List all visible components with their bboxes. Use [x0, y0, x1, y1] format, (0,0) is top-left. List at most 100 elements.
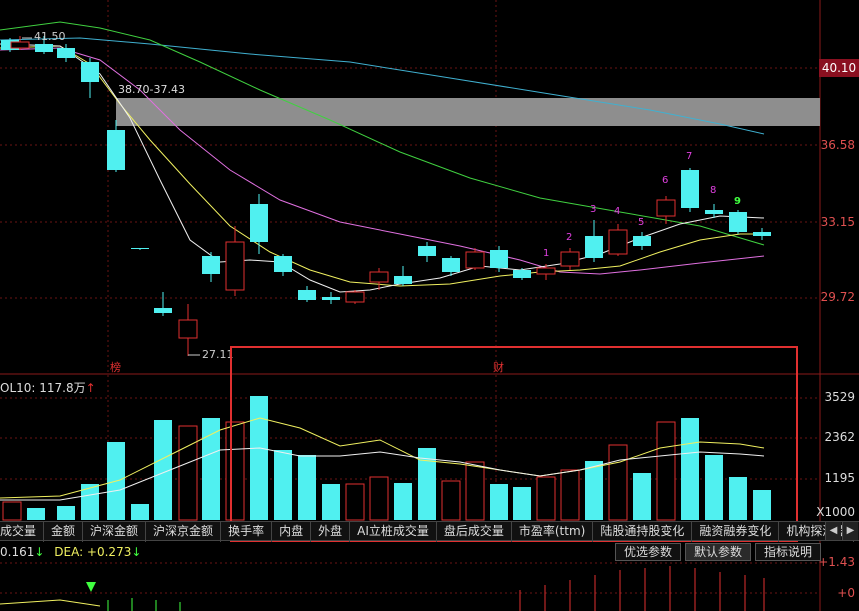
volume-bar-8	[202, 418, 220, 520]
macd-header: 0.161↓ DEA: +0.273↓	[0, 545, 141, 559]
tab-6[interactable]: 外盘	[311, 522, 351, 542]
tab-4[interactable]: 换手率	[221, 522, 273, 542]
candlesticks	[1, 36, 771, 356]
seq-3: 3	[590, 204, 596, 215]
tab-11[interactable]: 融资融券变化	[692, 522, 780, 542]
volume-bar-22	[536, 476, 556, 521]
volume-bar-25	[608, 444, 628, 521]
candle-body-32	[753, 232, 771, 236]
volume-bar-2	[57, 506, 75, 520]
candle-body-5	[107, 130, 125, 170]
candle-body-23	[536, 267, 556, 275]
scroll-right-icon[interactable]: ▶	[842, 522, 858, 540]
macd-line	[0, 599, 101, 607]
scroll-left-icon[interactable]: ◀	[825, 522, 841, 540]
macd-tick-2-value: +	[837, 586, 848, 600]
candle-body-11	[250, 204, 268, 242]
volume-bar-11	[274, 450, 292, 520]
volume-bar-31	[753, 490, 771, 520]
candle-body-9	[202, 256, 220, 274]
tab-8[interactable]: 盘后成交量	[437, 522, 512, 542]
current-price-badge: 40.10	[819, 59, 859, 77]
seq-9: 9	[734, 196, 741, 207]
tab-9[interactable]: 市盈率(ttm)	[512, 522, 594, 542]
macd-diff-arrow: ↓	[34, 545, 45, 559]
volume-bar-29	[705, 455, 723, 520]
seq-6: 6	[662, 175, 668, 186]
candle-body-8	[178, 319, 198, 339]
volume-bar-9	[225, 421, 245, 521]
volume-bar-27	[656, 421, 676, 521]
tab-10[interactable]: 陆股通持股变化	[593, 522, 693, 542]
volume-bar-18	[441, 480, 461, 521]
macd-tick-1: +1.43	[818, 555, 855, 569]
candle-body-16	[369, 271, 389, 283]
candle-body-3	[57, 48, 75, 58]
candle-body-27	[633, 236, 651, 246]
macd-dea-arrow: ↓	[131, 545, 142, 559]
volume-bar-7	[178, 425, 198, 521]
tab-3[interactable]: 沪深京金额	[146, 522, 222, 542]
tab-5[interactable]: 内盘	[272, 522, 312, 542]
down-arrow-icon	[86, 582, 96, 592]
volume-bar-26	[633, 473, 651, 520]
macd-dea: DEA: +0.273	[54, 545, 132, 559]
volume-bar-0	[2, 501, 22, 521]
volume-tick-2: 2362	[824, 430, 855, 444]
high-label: 41.50	[34, 30, 66, 43]
candle-body-6	[131, 248, 149, 249]
volume-bar-24	[585, 461, 603, 520]
candle-body-22	[513, 270, 531, 278]
seq-4: 4	[614, 206, 620, 217]
tab-0[interactable]: 成交量	[0, 522, 45, 542]
tab-2[interactable]: 沪深金额	[83, 522, 147, 542]
volume-bar-20	[490, 484, 508, 520]
candle-body-20	[465, 251, 485, 269]
volume-header-label: OL10: 117.8万	[0, 381, 86, 395]
default-params-button[interactable]: 默认参数	[685, 543, 752, 561]
volume-bar-1	[27, 508, 45, 520]
tab-7[interactable]: AI立桩成交量	[350, 522, 437, 542]
seq-5: 5	[638, 217, 644, 228]
volume-bar-13	[322, 484, 340, 520]
badge-cai: 财	[493, 360, 504, 374]
volume-bars	[2, 396, 771, 521]
volume-bar-15	[369, 476, 389, 521]
candle-body-18	[418, 246, 436, 256]
badge-bang: 榜	[110, 360, 121, 374]
optional-params-button[interactable]: 优选参数	[615, 543, 682, 561]
candle-body-13	[298, 290, 316, 300]
volume-bar-14	[345, 483, 365, 521]
price-tick-1: 36.58	[820, 138, 855, 152]
macd-bars	[107, 566, 765, 611]
candle-body-10	[225, 241, 245, 291]
candle-body-29	[681, 170, 699, 208]
volume-bar-19	[465, 461, 485, 521]
candle-body-7	[154, 308, 172, 313]
candle-body-12	[274, 256, 292, 272]
seq-7: 7	[686, 151, 692, 162]
indicator-help-button[interactable]: 指标说明	[755, 543, 822, 561]
range-label: 38.70-37.43	[118, 83, 185, 96]
price-tick-3: 29.72	[820, 290, 855, 304]
volume-bar-21	[513, 487, 531, 520]
volume-bar-12	[298, 455, 316, 520]
indicator-tab-bar: 成交量 金额 沪深金额 沪深京金额 换手率 内盘 外盘 AI立桩成交量 盘后成交量 市盈率(ttm…	[0, 521, 859, 542]
candle-body-24	[560, 251, 580, 267]
volume-bar-30	[729, 477, 747, 520]
up-arrow-icon: ↑	[85, 381, 96, 395]
candle-body-25	[585, 236, 603, 258]
seq-1: 1	[543, 248, 549, 259]
volume-tick-3: 1195	[824, 471, 855, 485]
candle-body-17	[394, 276, 412, 284]
volume-unit: X1000	[816, 505, 855, 519]
candle-body-1	[10, 41, 30, 49]
volume-bar-28	[681, 418, 699, 520]
candle-body-31	[729, 212, 747, 232]
tab-1[interactable]: 金额	[44, 522, 84, 542]
volume-bar-16	[394, 483, 412, 520]
macd-tick-2: +0	[837, 586, 855, 600]
seq-8: 8	[710, 185, 716, 196]
volume-tick-1: 3529	[824, 390, 855, 404]
volume-bar-10	[250, 396, 268, 520]
